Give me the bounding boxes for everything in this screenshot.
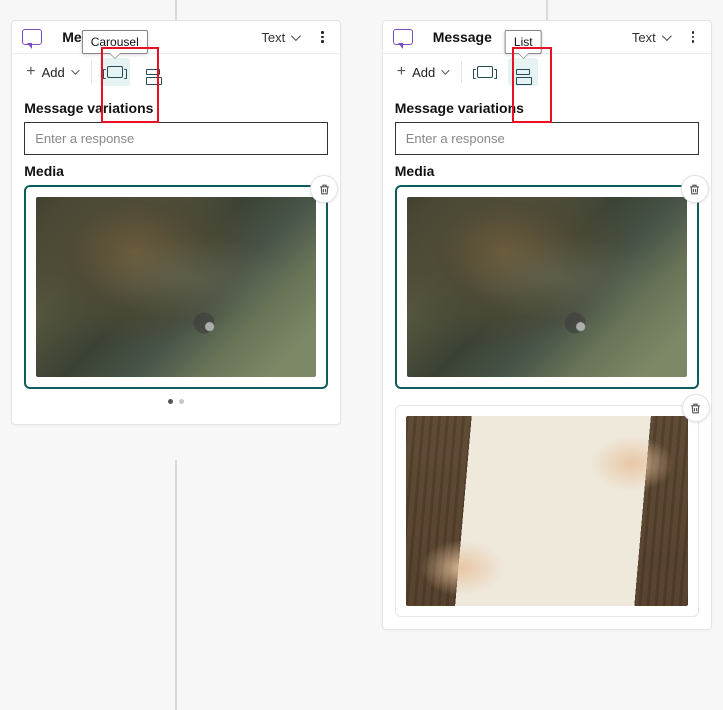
layout-list-button[interactable] [138, 58, 168, 86]
output-type-dropdown[interactable]: Text [261, 30, 298, 45]
variations-heading: Message variations [395, 100, 699, 116]
media-card[interactable] [395, 185, 699, 389]
node-header: Message Text [383, 21, 711, 53]
media-image [406, 416, 688, 606]
add-label: Add [42, 65, 65, 80]
carousel-pager[interactable] [24, 389, 328, 412]
response-input[interactable] [395, 122, 699, 155]
divider [461, 61, 462, 83]
add-label: Add [412, 65, 435, 80]
response-input[interactable] [24, 122, 328, 155]
media-heading: Media [395, 163, 699, 179]
divider [91, 61, 92, 83]
media-card[interactable] [24, 185, 328, 389]
chevron-down-icon [291, 31, 301, 41]
plus-icon: + [26, 64, 35, 80]
chatbubble-icon [393, 29, 413, 45]
media-card[interactable] [395, 405, 699, 617]
message-node-right: Message Text + Add List [382, 20, 712, 630]
add-button[interactable]: + Add [20, 60, 82, 84]
add-button[interactable]: + Add [391, 60, 453, 84]
node-toolbar: + Add Carousel [12, 53, 340, 90]
layout-carousel-button[interactable] [470, 58, 500, 86]
delete-media-button[interactable] [682, 394, 710, 422]
tooltip: Carousel [82, 30, 148, 54]
output-type-dropdown[interactable]: Text [632, 30, 669, 45]
message-node-left: Message Text + Add Carousel [11, 20, 341, 425]
list-icon [146, 69, 160, 75]
overflow-menu-button[interactable] [314, 31, 330, 43]
tooltip: List [505, 30, 542, 54]
dropdown-label: Text [261, 30, 285, 45]
media-heading: Media [24, 163, 328, 179]
dropdown-label: Text [632, 30, 656, 45]
chevron-down-icon [441, 66, 449, 74]
chevron-down-icon [71, 66, 79, 74]
variations-heading: Message variations [24, 100, 328, 116]
delete-media-button[interactable] [681, 175, 709, 203]
trash-icon [688, 183, 701, 196]
carousel-icon [477, 66, 493, 78]
pager-dot[interactable] [168, 399, 173, 404]
overflow-menu-button[interactable] [685, 31, 701, 43]
layout-list-button[interactable]: List [508, 58, 538, 86]
trash-icon [318, 183, 331, 196]
pager-dot[interactable] [179, 399, 184, 404]
plus-icon: + [397, 64, 406, 80]
chevron-down-icon [662, 31, 672, 41]
chatbubble-icon [22, 29, 42, 45]
delete-media-button[interactable] [310, 175, 338, 203]
list-icon [516, 69, 530, 75]
node-toolbar: + Add List [383, 53, 711, 90]
media-image [407, 197, 687, 377]
node-header: Message Text [12, 21, 340, 53]
media-image [36, 197, 316, 377]
trash-icon [689, 402, 702, 415]
layout-carousel-button[interactable]: Carousel [100, 58, 130, 86]
node-title: Message [433, 29, 492, 45]
carousel-icon [107, 66, 123, 78]
